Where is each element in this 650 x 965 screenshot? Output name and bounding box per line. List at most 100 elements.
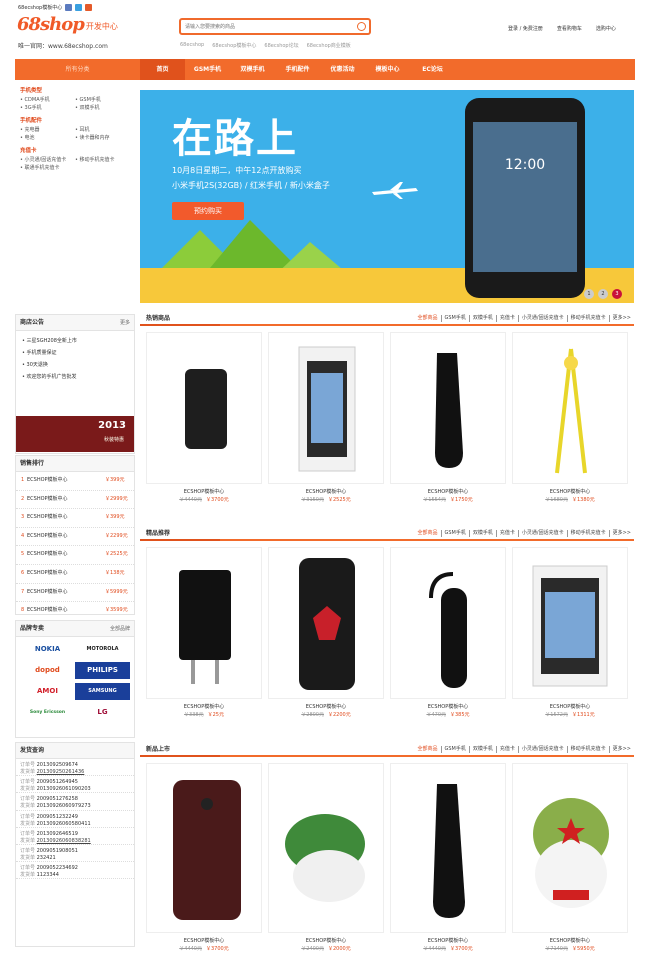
product-name[interactable]: ECSHOP模板中心 (390, 488, 506, 495)
brand-logo-lg[interactable]: LG (75, 704, 130, 721)
site-logo[interactable]: 68shop 开发中心 (17, 14, 118, 35)
product-card[interactable]: ECSHOP模板中心 ￥4440元 ￥3700元 (146, 332, 262, 503)
notice-item[interactable]: • 三星SGH208全新上市 (16, 335, 134, 347)
section-tab[interactable]: GSM手机 (440, 746, 469, 753)
category-title[interactable]: 手机配件 (20, 116, 135, 124)
brand-logo-motorola[interactable]: MOTOROLA (75, 641, 130, 658)
product-name[interactable]: ECSHOP模板中心 (146, 703, 262, 710)
section-tab[interactable]: 双模手机 (468, 746, 496, 753)
category-item[interactable]: • 小灵通/固话充值卡 (20, 156, 75, 164)
category-item[interactable]: • 联通手机充值卡 (20, 164, 130, 172)
notice-more-link[interactable]: 更多 (120, 315, 130, 331)
notice-item[interactable]: • 30天退换 (16, 359, 134, 371)
product-name[interactable]: ECSHOP模板中心 (146, 937, 262, 944)
section-tab[interactable]: 更多>> (608, 530, 634, 537)
section-tab[interactable]: 小灵通/固话充值卡 (517, 746, 567, 753)
section-tab[interactable]: 全部商品 (414, 746, 440, 753)
brand-logo-sony-ericsson[interactable]: Sony Ericsson (20, 704, 75, 721)
brand-logo-philips[interactable]: PHILIPS (75, 662, 130, 679)
nav-all-categories[interactable]: 所有分类 (15, 59, 140, 80)
brand-more-link[interactable]: 全部品牌 (110, 621, 130, 637)
ranking-item[interactable]: 1 ECSHOP模板中心 ￥399元 (16, 472, 134, 491)
product-name[interactable]: ECSHOP模板中心 (268, 488, 384, 495)
banner-dot[interactable]: 1 (584, 289, 594, 299)
ranking-item[interactable]: 2 ECSHOP模板中心 ￥2999元 (16, 491, 134, 510)
product-card[interactable]: ECSHOP模板中心 ￥470元 ￥385元 (390, 547, 506, 718)
product-name[interactable]: ECSHOP模板中心 (268, 937, 384, 944)
product-card[interactable]: ECSHOP模板中心 ￥2800元 ￥2200元 (268, 547, 384, 718)
ranking-item[interactable]: 3 ECSHOP模板中心 ￥399元 (16, 509, 134, 528)
cart-link[interactable]: 查看购物车 (557, 25, 582, 32)
ranking-item[interactable]: 7 ECSHOP模板中心 ￥5999元 (16, 584, 134, 603)
hot-keyword[interactable]: 68ecshop商业模板 (307, 42, 351, 49)
section-tab[interactable]: 小灵通/固话充值卡 (517, 530, 567, 537)
category-item[interactable]: • 电池 (20, 134, 75, 142)
section-tab[interactable]: 双模手机 (468, 315, 496, 322)
section-tab[interactable]: 移动手机充值卡 (566, 315, 609, 322)
product-name[interactable]: ECSHOP模板中心 (512, 937, 628, 944)
banner-dot[interactable]: 2 (598, 289, 608, 299)
product-name[interactable]: ECSHOP模板中心 (390, 937, 506, 944)
product-card[interactable]: ECSHOP模板中心 ￥3150元 ￥2525元 (268, 332, 384, 503)
product-name[interactable]: ECSHOP模板中心 (268, 703, 384, 710)
login-link[interactable]: 登录 / 免费注册 (508, 25, 543, 32)
nav-item-dual[interactable]: 双模手机 (230, 59, 275, 80)
section-tab[interactable]: GSM手机 (440, 530, 469, 537)
promo-banner[interactable]: 2013 秋装特惠 (16, 416, 134, 452)
category-item[interactable]: • 3G手机 (20, 104, 75, 112)
product-card[interactable]: ECSHOP模板中心 ￥2400元 ￥2000元 (268, 763, 384, 952)
product-card[interactable]: ECSHOP模板中心 ￥7140元 ￥5950元 (512, 763, 628, 952)
notice-item[interactable]: • 手机质量保证 (16, 347, 134, 359)
hero-banner[interactable]: 在路上 10月8日星期二，中午12点开放购买 小米手机2S(32GB) / 红米… (140, 90, 634, 303)
category-title[interactable]: 充值卡 (20, 146, 135, 154)
nav-item-home[interactable]: 首页 (140, 59, 185, 80)
search-icon[interactable] (357, 22, 366, 31)
product-card[interactable]: ECSHOP模板中心 ￥1680元 ￥1380元 (512, 332, 628, 503)
banner-dot-active[interactable]: 3 (612, 289, 622, 299)
product-card[interactable]: ECSHOP模板中心 ￥1572元 ￥1311元 (512, 547, 628, 718)
section-tab[interactable]: 移动手机充值卡 (566, 746, 609, 753)
category-item[interactable]: • GSM手机 (75, 96, 130, 104)
brand-logo-dopod[interactable]: dopod (20, 662, 75, 679)
section-tab[interactable]: 充值卡 (495, 530, 518, 537)
brand-logo-nokia[interactable]: NOKIA (20, 641, 75, 658)
section-tab[interactable]: 更多>> (608, 746, 634, 753)
product-name[interactable]: ECSHOP模板中心 (512, 703, 628, 710)
hot-keyword[interactable]: 68ecshop论坛 (264, 42, 298, 49)
section-tab[interactable]: 全部商品 (414, 530, 440, 537)
product-card[interactable]: ECSHOP模板中心 ￥4440元 ￥3700元 (146, 763, 262, 952)
product-name[interactable]: ECSHOP模板中心 (390, 703, 506, 710)
ranking-item[interactable]: 6 ECSHOP模板中心 ￥138元 (16, 565, 134, 584)
product-name[interactable]: ECSHOP模板中心 (146, 488, 262, 495)
nav-item-promotions[interactable]: 优惠活动 (320, 59, 365, 80)
ranking-item[interactable]: 5 ECSHOP模板中心 ￥2525元 (16, 546, 134, 565)
nav-item-templates[interactable]: 模板中心 (365, 59, 410, 80)
category-item[interactable]: • 双模手机 (75, 104, 130, 112)
category-item[interactable]: • 读卡器和内存 (75, 134, 130, 142)
section-tab[interactable]: 移动手机充值卡 (566, 530, 609, 537)
brand-logo-amoi[interactable]: AMOI (20, 683, 75, 700)
notice-item[interactable]: • 欢迎您的手机广告批发 (16, 371, 134, 383)
section-tab[interactable]: GSM手机 (440, 315, 469, 322)
product-card[interactable]: ECSHOP模板中心 ￥338元 ￥25元 (146, 547, 262, 718)
section-tab[interactable]: 双模手机 (468, 530, 496, 537)
shopping-center-link[interactable]: 选购中心 (596, 25, 616, 32)
reserve-button[interactable]: 预约购买 (172, 202, 244, 220)
hot-keyword[interactable]: 68ecshop模板中心 (212, 42, 256, 49)
nav-item-gsm[interactable]: GSM手机 (185, 59, 230, 80)
ranking-item[interactable]: 4 ECSHOP模板中心 ￥2299元 (16, 528, 134, 547)
product-name[interactable]: ECSHOP模板中心 (512, 488, 628, 495)
category-item[interactable]: • 耳机 (75, 126, 130, 134)
section-tab[interactable]: 全部商品 (414, 315, 440, 322)
category-item[interactable]: • CDMA手机 (20, 96, 75, 104)
social-icon-1[interactable] (65, 3, 73, 11)
section-tab[interactable]: 充值卡 (495, 315, 518, 322)
social-icon-3[interactable] (85, 3, 93, 11)
social-icon-2[interactable] (75, 3, 83, 11)
nav-item-accessories[interactable]: 手机配件 (275, 59, 320, 80)
ranking-item[interactable]: 8 ECSHOP模板中心 ￥3599元 (16, 602, 134, 621)
section-tab[interactable]: 小灵通/固话充值卡 (517, 315, 567, 322)
product-card[interactable]: ECSHOP模板中心 ￥1554元 ￥1750元 (390, 332, 506, 503)
section-tab[interactable]: 更多>> (608, 315, 634, 322)
section-tab[interactable]: 充值卡 (495, 746, 518, 753)
